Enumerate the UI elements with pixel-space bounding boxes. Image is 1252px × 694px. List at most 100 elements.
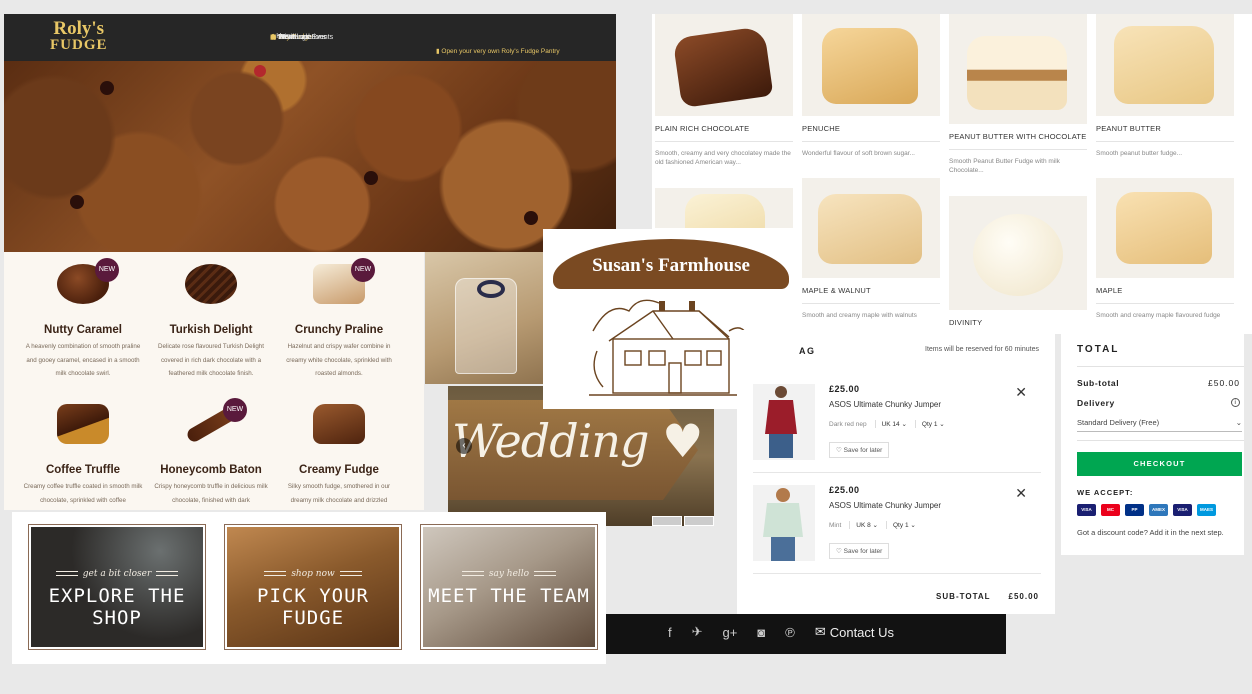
- feature-tiles: get a bit closer EXPLORE THE SHOP shop n…: [12, 512, 606, 664]
- divider: [1077, 366, 1244, 367]
- product-desc: Smooth and creamy maple with walnuts: [802, 312, 917, 319]
- chocolate-image: NEW: [53, 258, 119, 308]
- size-select[interactable]: UK 14 ⌄: [874, 420, 907, 428]
- heart-icon: ♡: [836, 447, 842, 454]
- tile-subtitle: shop now: [225, 569, 401, 579]
- instagram-icon[interactable]: ◙: [757, 625, 765, 640]
- chocolate-card[interactable]: Creamy Fudge Silky smooth fudge, smother…: [274, 398, 404, 507]
- pantry-link-label: Open your very own Roly's Fudge Pantry: [441, 48, 560, 55]
- chocolate-card[interactable]: NEW Nutty Caramel A heavenly combination…: [18, 258, 148, 381]
- product-card[interactable]: [655, 188, 793, 228]
- remove-item-close-icon[interactable]: ✕: [1015, 384, 1027, 401]
- save-for-later-button[interactable]: ♡ Save for later: [829, 543, 890, 559]
- contact-label: Contact Us: [829, 624, 895, 640]
- product-photo[interactable]: [753, 384, 815, 460]
- product-card[interactable]: MAPLE & WALNUT Smooth and creamy maple w…: [802, 178, 940, 320]
- fudge-piece: [1114, 26, 1214, 104]
- product-name: PLAIN RICH CHOCOLATE: [655, 124, 750, 133]
- divider: [802, 141, 940, 142]
- qty-select[interactable]: Qty 1 ⌄: [886, 521, 916, 529]
- checkout-button[interactable]: CHECKOUT: [1077, 452, 1242, 476]
- product-card[interactable]: DIVINITY: [949, 196, 1087, 327]
- chocolate-image: NEW: [181, 398, 247, 448]
- product-card[interactable]: MAPLE Smooth and creamy maple flavoured …: [1096, 178, 1234, 320]
- product-desc: Smooth peanut butter fudge...: [1096, 150, 1183, 157]
- shopping-bag-panel: AG Items will be reserved for 60 minutes…: [737, 330, 1055, 614]
- product-card[interactable]: PEANUT BUTTER Smooth peanut butter fudge…: [1096, 14, 1234, 158]
- model-red-jumper: [765, 386, 797, 458]
- envelope-icon: ✉: [814, 624, 826, 639]
- new-badge: NEW: [223, 398, 247, 422]
- chocolate-name: Turkish Delight: [169, 324, 253, 336]
- chocolate-desc: Creamy coffee truffle coated in smooth m…: [23, 483, 143, 504]
- visa-card-icon: VISA: [1077, 504, 1096, 516]
- contact-us-link[interactable]: ✉ Contact Us: [815, 624, 894, 640]
- pick-fudge-tile[interactable]: shop now PICK YOUR FUDGE: [224, 524, 402, 650]
- explore-shop-tile[interactable]: get a bit closer EXPLORE THE SHOP: [28, 524, 206, 650]
- logo-line-2: FUDGE: [50, 37, 108, 53]
- pinterest-icon[interactable]: ℗: [785, 625, 795, 640]
- save-for-later-button[interactable]: ♡ Save for later: [829, 442, 890, 458]
- google-plus-icon[interactable]: g+: [723, 625, 738, 640]
- fudge-piece: [818, 194, 922, 264]
- delivery-select[interactable]: Standard Delivery (Free) ⌄: [1077, 418, 1242, 432]
- rolys-logo[interactable]: Roly's FUDGE: [50, 18, 108, 54]
- product-photo[interactable]: [753, 485, 815, 561]
- maestro-card-icon: MAES: [1197, 504, 1216, 516]
- farmhouse-drawing: [589, 299, 753, 396]
- model-mint-jumper: [763, 488, 803, 561]
- chocolate-card[interactable]: NEW Honeycomb Baton Crispy honeycomb tru…: [146, 398, 276, 507]
- divider: [1096, 303, 1234, 304]
- fudge-piece: [672, 25, 774, 109]
- facebook-icon[interactable]: f: [668, 625, 672, 640]
- raisin: [524, 211, 538, 225]
- item-options: Mint UK 8 ⌄ Qty 1 ⌄: [829, 521, 916, 529]
- info-icon[interactable]: i: [1231, 398, 1240, 407]
- item-title[interactable]: ASOS Ultimate Chunky Jumper: [829, 400, 941, 409]
- save-label: Save for later: [843, 447, 883, 454]
- product-card[interactable]: PEANUT BUTTER WITH CHOCOLATE Smooth Pean…: [949, 14, 1087, 175]
- divider: [753, 573, 1041, 574]
- subtotal-value: £50.00: [1208, 378, 1240, 388]
- nav-store-locations[interactable]: ✦ Store Locations: [270, 33, 558, 42]
- raisin: [100, 81, 114, 95]
- tile-subtitle: say hello: [421, 569, 597, 579]
- slider-thumbnail[interactable]: [652, 516, 682, 526]
- logo-line-1: Roly's: [53, 18, 105, 39]
- logo-title: Susan's Farmhouse: [592, 255, 750, 276]
- fudge-piece: [685, 194, 765, 228]
- nav-label: Store Locations: [277, 33, 327, 41]
- chevron-down-icon: ⌄: [901, 421, 907, 428]
- tile-title: EXPLORE THE SHOP: [48, 585, 186, 629]
- chocolate-name: Crunchy Praline: [294, 324, 384, 336]
- pantry-link[interactable]: ▮ Open your very own Roly's Fudge Pantry: [436, 47, 560, 55]
- slider-thumbnail[interactable]: [684, 516, 714, 526]
- divider: [655, 141, 793, 142]
- slider-prev-arrow-icon[interactable]: ‹: [456, 438, 472, 454]
- meet-team-tile[interactable]: say hello MEET THE TEAM: [420, 524, 598, 650]
- product-name: MAPLE: [1096, 286, 1123, 295]
- chevron-down-icon: ⌄: [910, 522, 916, 529]
- twitter-icon[interactable]: ✈: [692, 624, 703, 640]
- chocolate-card[interactable]: Turkish Delight Delicate rose flavoured …: [146, 258, 276, 381]
- we-accept-label: WE ACCEPT:: [1077, 488, 1134, 497]
- size-select[interactable]: UK 8 ⌄: [849, 521, 878, 529]
- product-card[interactable]: PENUCHE Wonderful flavour of soft brown …: [802, 14, 940, 158]
- chocolate-card[interactable]: NEW Crunchy Praline Hazelnut and crispy …: [274, 258, 404, 381]
- product-name: PEANUT BUTTER: [1096, 124, 1161, 133]
- location-icon: ✦: [270, 34, 276, 41]
- product-card[interactable]: PLAIN RICH CHOCOLATE Smooth, creamy and …: [655, 14, 793, 167]
- bag-heading: AG: [799, 346, 816, 356]
- raisin: [70, 195, 84, 209]
- qty-label: Qty: [893, 522, 904, 529]
- product-name: DIVINITY: [949, 318, 983, 327]
- item-title[interactable]: ASOS Ultimate Chunky Jumper: [829, 501, 941, 510]
- chocolate-card[interactable]: Coffee Truffle Creamy coffee truffle coa…: [18, 398, 148, 507]
- remove-item-close-icon[interactable]: ✕: [1015, 485, 1027, 502]
- item-price: £25.00: [829, 384, 860, 394]
- delivery-row: Delivery i: [1077, 398, 1240, 408]
- qty-select[interactable]: Qty 1 ⌄: [914, 420, 945, 428]
- divider: [753, 472, 1041, 473]
- wedding-sign-text: Wedding ♥: [452, 414, 703, 468]
- divider: [1096, 141, 1234, 142]
